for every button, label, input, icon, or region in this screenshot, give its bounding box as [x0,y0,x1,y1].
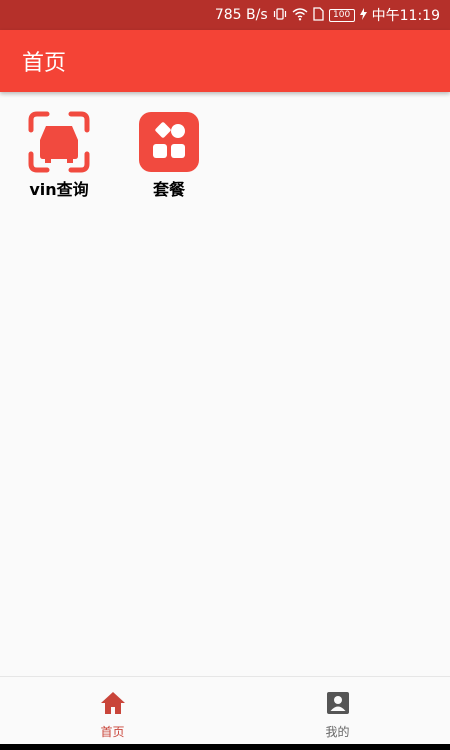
account-box-icon [326,691,350,719]
package-label: 套餐 [152,180,185,199]
bottom-navigation: 首页 我的 [0,676,450,744]
sim-icon [312,6,324,24]
system-navigation-bar [0,744,450,750]
home-icon [100,691,126,719]
battery-level: 100 [333,9,351,20]
tab-home-label: 首页 [100,725,125,739]
page-title: 首页 [22,51,67,76]
car-scan-icon [27,110,91,174]
vin-query-button[interactable]: vin查询 [20,110,98,200]
feature-grid: vin查询 套餐 [20,110,208,200]
tab-mine-label: 我的 [325,725,350,739]
vibrate-icon [273,7,287,24]
wifi-icon [292,7,308,24]
tab-home[interactable]: 首页 [0,677,225,744]
clock: 中午11:19 [371,8,440,24]
app-bar: 首页 [0,30,450,92]
network-speed: 785 B/s [214,7,268,23]
charging-icon [359,7,367,23]
package-button[interactable]: 套餐 [130,110,208,200]
apps-grid-icon [137,110,201,174]
vin-query-label: vin查询 [29,180,89,199]
status-bar: 785 B/s 100 中午11:19 [0,0,450,30]
tab-mine[interactable]: 我的 [225,677,450,744]
battery-icon: 100 [328,8,355,22]
